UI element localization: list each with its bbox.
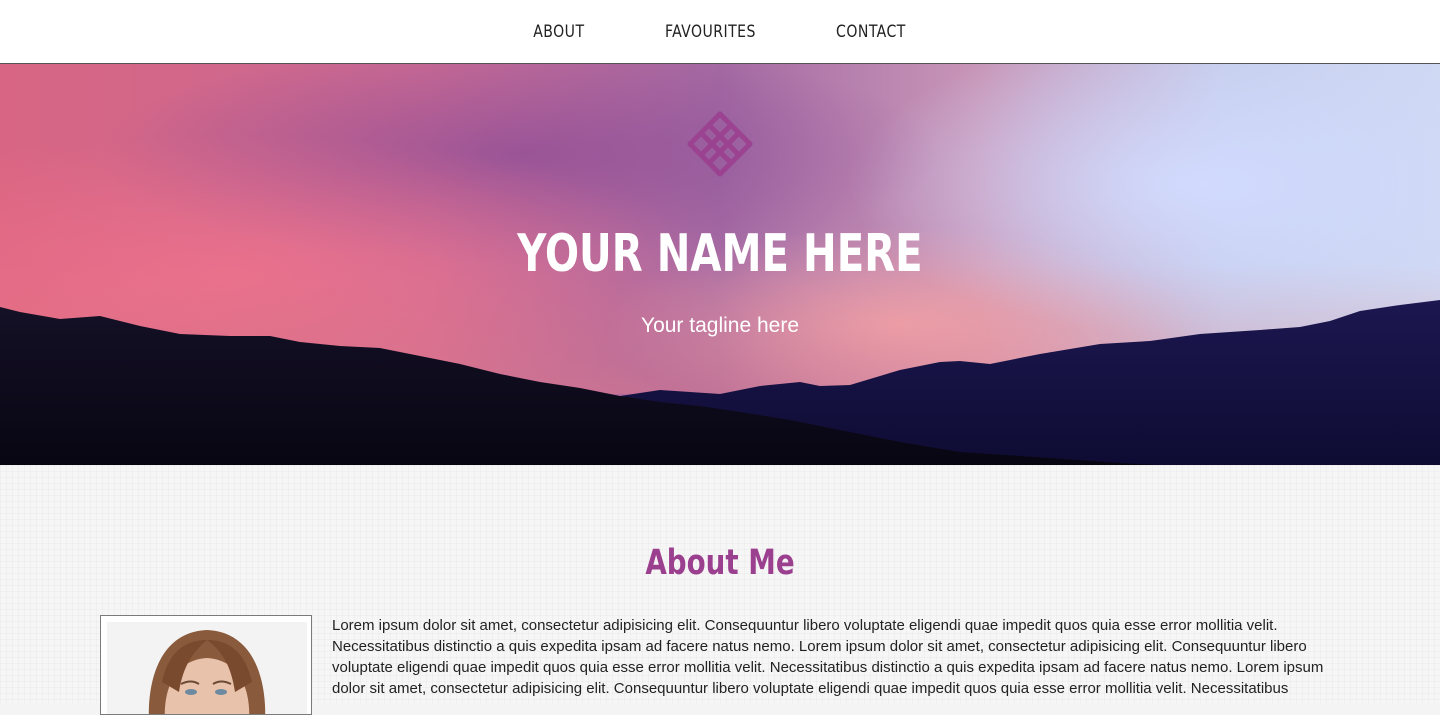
nav-link-about[interactable]: ABOUT bbox=[533, 22, 584, 42]
hero-banner: YOUR NAME HERE Your tagline here bbox=[0, 64, 1440, 465]
profile-photo-illustration bbox=[107, 622, 307, 714]
hero-name-heading: YOUR NAME HERE bbox=[517, 224, 923, 284]
profile-photo bbox=[107, 622, 307, 714]
hero-tagline: Your tagline here bbox=[640, 314, 799, 337]
profile-photo-frame bbox=[100, 615, 312, 715]
nav-link-contact[interactable]: CONTACT bbox=[836, 22, 906, 42]
nav-link-favourites[interactable]: FAVOURITES bbox=[664, 22, 755, 42]
top-navigation: ABOUT FAVOURITES CONTACT bbox=[0, 0, 1440, 64]
about-heading: About Me bbox=[645, 543, 795, 583]
about-section: About Me Lorem ipsum dolor sit amet, con… bbox=[0, 465, 1440, 715]
crosshatch-logo-icon bbox=[687, 111, 753, 177]
about-bio-text: Lorem ipsum dolor sit amet, consectetur … bbox=[332, 617, 1324, 703]
